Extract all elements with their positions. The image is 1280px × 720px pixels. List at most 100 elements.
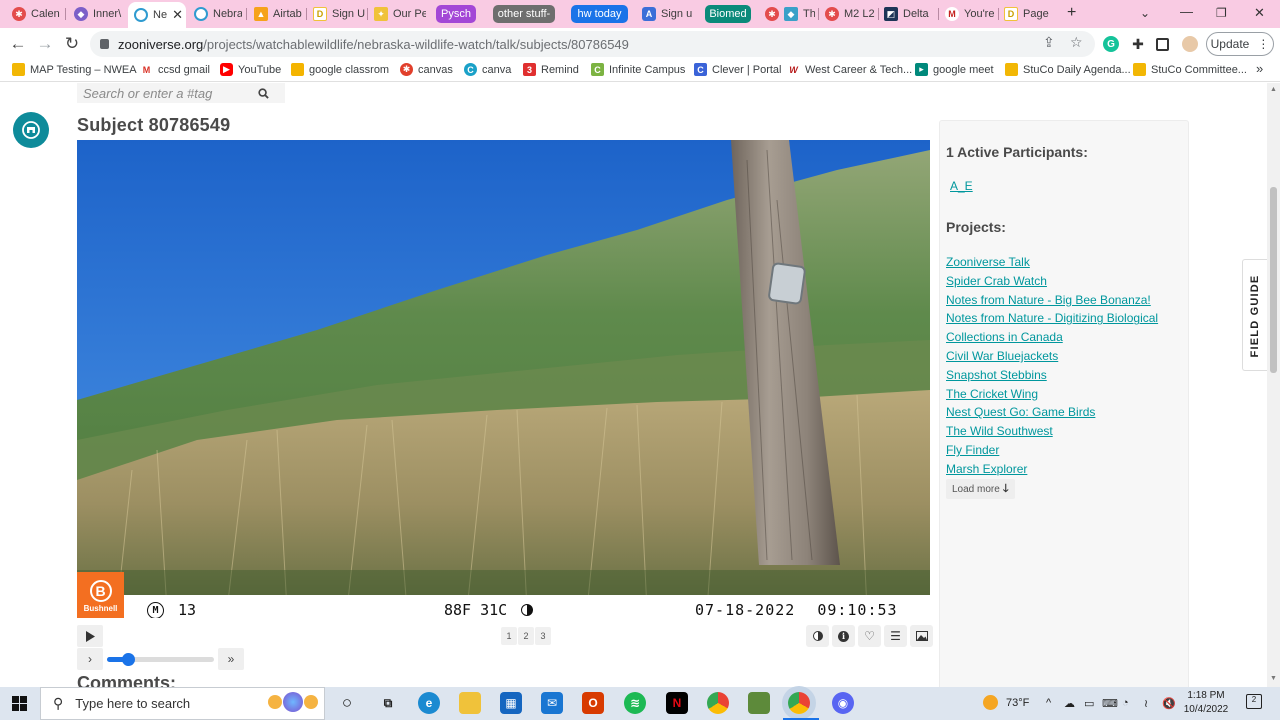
subject-image[interactable]: B Bushnell M 13 88F 31C 07-18-2022 09:10… <box>77 140 930 618</box>
side-panel-icon[interactable] <box>1156 38 1169 51</box>
back-icon[interactable]: ← <box>8 34 28 54</box>
project-link[interactable]: Notes from Nature - Big Bee Bonanza! <box>946 291 1186 310</box>
microsoft-store-icon[interactable]: ▦ <box>500 692 522 714</box>
windows-start-icon[interactable] <box>12 696 27 711</box>
file-explorer-icon[interactable] <box>459 692 481 714</box>
grammarly-icon[interactable]: G <box>1103 36 1119 52</box>
tab-sign-u[interactable]: A Sign u <box>642 4 694 24</box>
system-clock[interactable]: 1:18 PM 10/4/2022 <box>1180 689 1232 717</box>
profile-avatar[interactable] <box>1182 36 1198 52</box>
tab-nebraska[interactable]: Nebra <box>194 4 242 24</box>
bookmark-infinite-campus[interactable]: C Infinite Campus <box>591 63 685 76</box>
tab-calendar[interactable]: ✱ Calen <box>12 4 60 24</box>
collect-button[interactable]: ☰ <box>884 625 907 647</box>
cortana-icon[interactable]: ○ <box>336 692 358 714</box>
bookmark-west-career[interactable]: W West Career & Tech... <box>787 63 912 76</box>
wifi-icon[interactable]: ≀ <box>1144 697 1148 710</box>
bookmark-map-testing[interactable]: MAP Testing – NWEA <box>12 63 137 76</box>
tab-search-chevron-icon[interactable]: ⌄ <box>1140 6 1150 20</box>
participant-link[interactable]: A_E <box>950 179 973 193</box>
project-link[interactable]: Snapshot Stebbins <box>946 366 1186 385</box>
tab-group-hw-today[interactable]: hw today <box>571 5 628 23</box>
bookmark-canva[interactable]: Ccanva <box>464 63 511 76</box>
tab-active-nebraska[interactable]: Ne ✕ <box>128 2 186 28</box>
previous-frame-button[interactable]: › <box>77 648 103 670</box>
tab-th[interactable]: ✱ ◆ Th <box>765 4 815 24</box>
frame-page-1[interactable]: 1 <box>501 627 517 645</box>
project-link[interactable]: The Cricket Wing <box>946 385 1186 404</box>
load-more-button[interactable]: Load more 🡓 <box>946 479 1015 499</box>
task-view-icon[interactable]: ⧉ <box>377 692 399 714</box>
restore-icon[interactable]: ❐ <box>1216 6 1227 20</box>
project-link[interactable]: Nest Quest Go: Game Birds <box>946 403 1186 422</box>
cloud-icon[interactable]: ☁ <box>1064 697 1075 710</box>
notifications-icon[interactable]: 2 <box>1246 694 1262 709</box>
chrome-icon[interactable] <box>707 692 729 714</box>
bookmark-stuco-daily[interactable]: StuCo Daily Agenda... <box>1005 63 1131 76</box>
more-bookmarks-icon[interactable]: » <box>1256 61 1263 76</box>
scroll-down-icon[interactable]: ▼ <box>1270 675 1277 682</box>
tab-airtable[interactable]: ▲ Airtab <box>254 4 302 24</box>
tab-page[interactable]: D Page <box>1004 4 1056 24</box>
meet-now-icon[interactable]: ⌨ <box>1102 697 1118 710</box>
tab-group-other-stuff[interactable]: other stuff- <box>493 5 555 23</box>
minimize-icon[interactable]: — <box>1180 4 1193 19</box>
battery-icon[interactable]: ▭ <box>1084 697 1094 710</box>
invert-button[interactable] <box>806 625 829 647</box>
close-window-icon[interactable]: ✕ <box>1254 5 1265 21</box>
discord-icon[interactable]: ◉ <box>832 692 854 714</box>
tab-m2-l2[interactable]: ✱ M2 L2 <box>825 4 875 24</box>
office-icon[interactable]: O <box>582 692 604 714</box>
close-tab-icon[interactable]: ✕ <box>172 7 183 23</box>
tab-group-pysch[interactable]: Pysch <box>436 5 476 23</box>
weather-temp[interactable]: 73°F <box>1006 697 1029 709</box>
tab-inner[interactable]: ◆ Inner\ <box>74 4 122 24</box>
zooniverse-home-button[interactable] <box>13 112 49 148</box>
project-link[interactable]: Zooniverse Talk <box>946 253 1186 272</box>
tab-group-biomed[interactable]: Biomed <box>705 5 751 23</box>
project-link[interactable]: Collections in Canada <box>946 328 1186 347</box>
project-link[interactable]: Civil War Bluejackets <box>946 347 1186 366</box>
tray-chevron-icon[interactable]: ^ <box>1046 697 1051 709</box>
scrollbar-thumb[interactable] <box>1270 187 1277 373</box>
bookmark-remind[interactable]: 3 Remind <box>523 63 579 76</box>
tab-our-pe[interactable]: ✦ Our Pe <box>374 4 426 24</box>
edge-icon[interactable]: e <box>418 692 440 714</box>
frame-page-3[interactable]: 3 <box>535 627 551 645</box>
bookmark-ccsd-gmail[interactable]: Mccsd gmail <box>140 63 210 76</box>
bookmark-canvas[interactable]: ✱ canvas <box>400 63 453 76</box>
netflix-icon[interactable]: N <box>666 692 688 714</box>
next-frame-button[interactable]: » <box>218 648 244 670</box>
project-link[interactable]: Fly Finder <box>946 441 1186 460</box>
update-button[interactable]: Update ⋮ <box>1206 32 1274 56</box>
weather-sun-icon[interactable] <box>983 695 998 710</box>
volume-muted-icon[interactable]: 🔇 <box>1162 697 1176 710</box>
tab-delta[interactable]: ◩ Delta <box>884 4 934 24</box>
bookmark-google-meet[interactable]: ▸ google meet <box>915 63 994 76</box>
frame-page-2[interactable]: 2 <box>518 627 534 645</box>
share-icon[interactable]: ⇪ <box>1043 34 1055 51</box>
info-button[interactable]: i <box>832 625 855 647</box>
bookmark-clever[interactable]: C Clever | Portal <box>694 63 782 76</box>
bookmark-stuco-committee[interactable]: StuCo Committee... <box>1133 63 1247 76</box>
scroll-up-icon[interactable]: ▲ <box>1270 86 1277 93</box>
reload-icon[interactable]: ↻ <box>62 34 82 54</box>
frame-slider[interactable] <box>107 653 214 666</box>
field-guide-tab[interactable]: FIELD GUIDE <box>1242 259 1267 371</box>
chrome-active-icon[interactable] <box>788 692 810 714</box>
project-link[interactable]: Spider Crab Watch <box>946 272 1186 291</box>
project-link[interactable]: Marsh Explorer <box>946 460 1186 479</box>
tab-youre[interactable]: M You're <box>945 4 997 24</box>
project-link[interactable]: The Wild Southwest <box>946 422 1186 441</box>
bookmark-youtube[interactable]: ▶ YouTube <box>220 63 281 76</box>
address-bar[interactable]: zooniverse.org/projects/watchablewildlif… <box>90 31 1095 57</box>
taskbar-search-box[interactable]: ⚲ Type here to search <box>40 687 325 720</box>
frame-slider-handle[interactable] <box>122 653 136 666</box>
page-scrollbar[interactable]: ▲ ▼ <box>1267 83 1280 687</box>
mail-icon[interactable]: ✉ <box>541 692 563 714</box>
extensions-puzzle-icon[interactable]: ✚ <box>1130 36 1146 52</box>
play-button[interactable] <box>77 625 103 647</box>
tag-search-field[interactable]: Search or enter a #tag <box>77 83 285 103</box>
bookmark-google-classroom[interactable]: google classrom <box>291 63 389 76</box>
forward-icon[interactable]: → <box>35 34 55 54</box>
